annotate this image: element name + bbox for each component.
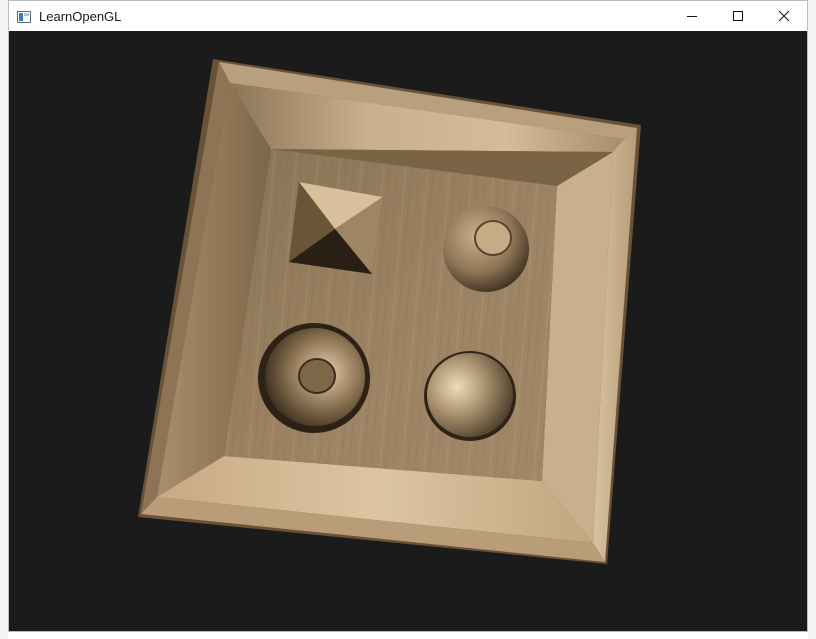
maximize-button[interactable]	[715, 1, 761, 31]
minimize-icon	[687, 16, 697, 17]
sphere-shape	[424, 351, 516, 441]
desktop-background	[808, 0, 816, 639]
title-bar[interactable]: LearnOpenGL	[9, 1, 807, 31]
close-button[interactable]	[761, 1, 807, 31]
application-window: LearnOpenGL	[8, 0, 808, 632]
sphere-hole-shape	[443, 206, 529, 292]
pyramid-shape	[289, 182, 383, 274]
parallax-toy-box-render	[138, 59, 641, 564]
opengl-viewport[interactable]	[9, 31, 807, 631]
desktop-background	[0, 0, 8, 639]
torus-shape	[258, 323, 370, 433]
minimize-button[interactable]	[669, 1, 715, 31]
window-title: LearnOpenGL	[39, 8, 122, 24]
maximize-icon	[733, 11, 743, 21]
window-app-icon	[17, 10, 31, 23]
close-icon	[778, 10, 790, 22]
